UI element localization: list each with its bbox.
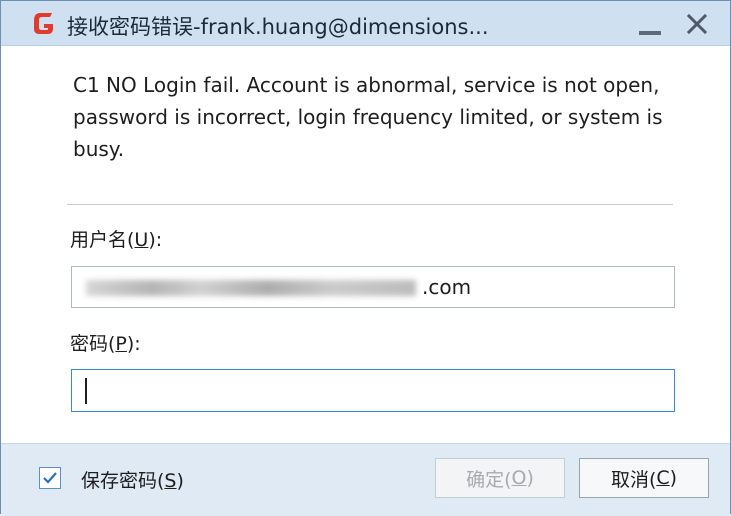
redacted-username bbox=[86, 280, 416, 296]
login-error-dialog: 接收密码错误-frank.huang@dimensions... C1 NO L… bbox=[0, 0, 731, 516]
username-label-hotkey: U bbox=[134, 229, 149, 251]
checkmark-icon bbox=[43, 472, 57, 484]
close-icon bbox=[686, 13, 708, 35]
password-input[interactable] bbox=[71, 369, 675, 412]
username-label-suffix: ): bbox=[148, 229, 163, 251]
divider bbox=[67, 204, 673, 205]
password-label: 密码(P): bbox=[70, 329, 141, 356]
username-visible-text: .com bbox=[422, 275, 472, 299]
ok-button-label-prefix: 确定( bbox=[466, 468, 512, 491]
close-button[interactable] bbox=[679, 7, 715, 39]
save-password-checkbox[interactable] bbox=[39, 467, 61, 489]
window-title: 接收密码错误-frank.huang@dimensions... bbox=[67, 15, 489, 39]
dialog-footer: 保存密码(S) 确定(O) 取消(C) bbox=[1, 443, 730, 516]
password-label-suffix: ): bbox=[126, 333, 141, 355]
save-password-label-suffix: ) bbox=[176, 470, 184, 492]
foxmail-logo-icon bbox=[31, 10, 57, 36]
save-password-label-prefix: 保存密码( bbox=[81, 470, 165, 492]
password-label-hotkey: P bbox=[115, 333, 127, 355]
ok-button-label-hotkey: O bbox=[511, 467, 527, 489]
minimize-button[interactable] bbox=[629, 7, 665, 39]
username-label-prefix: 用户名( bbox=[70, 229, 135, 251]
title-bar: 接收密码错误-frank.huang@dimensions... bbox=[1, 1, 730, 46]
username-input[interactable]: .com bbox=[71, 266, 675, 308]
save-password-label-hotkey: S bbox=[164, 470, 177, 492]
cancel-button-label-suffix: ) bbox=[669, 467, 678, 489]
cancel-button[interactable]: 取消(C) bbox=[579, 458, 709, 498]
ok-button-label-suffix: ) bbox=[526, 467, 534, 489]
username-label: 用户名(U): bbox=[70, 225, 162, 252]
minimize-icon bbox=[639, 31, 661, 35]
ok-button[interactable]: 确定(O) bbox=[435, 458, 565, 498]
password-label-prefix: 密码( bbox=[70, 333, 116, 355]
save-password-label[interactable]: 保存密码(S) bbox=[81, 466, 184, 493]
cancel-button-label-hotkey: C bbox=[656, 467, 670, 489]
error-message: C1 NO Login fail. Account is abnormal, s… bbox=[73, 73, 663, 161]
cancel-button-label-prefix: 取消( bbox=[610, 468, 657, 491]
text-caret bbox=[85, 378, 87, 404]
